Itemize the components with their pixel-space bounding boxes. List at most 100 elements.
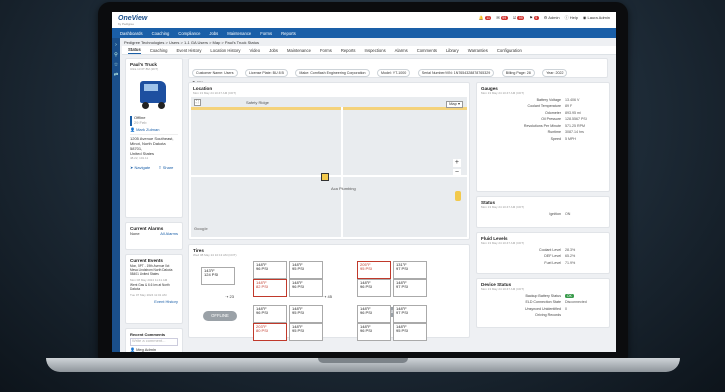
tasks-icon[interactable]: ☑ 99 bbox=[513, 15, 525, 21]
notifications-icon[interactable]: ⚑ 9 bbox=[529, 15, 539, 21]
event-history-link[interactable]: Event History bbox=[154, 299, 178, 305]
map[interactable]: Safety Ridge Aca Plumbing Google ⛶ Map ▾… bbox=[191, 97, 467, 237]
row-label: Oil Pressure bbox=[541, 117, 561, 121]
ok-badge: OK bbox=[565, 293, 574, 298]
row-label: Backup Battery Status bbox=[525, 293, 561, 298]
axle-count: ⇢ 23 bbox=[225, 294, 234, 299]
data-row: DEF Level 65.2% bbox=[483, 254, 603, 258]
row-label: Driving Records bbox=[535, 313, 561, 317]
row-value: 571.25 RPM bbox=[565, 123, 585, 128]
tire-front[interactable]: 143°F 124 PSI bbox=[201, 267, 235, 285]
tab-jobs[interactable]: Jobs bbox=[269, 48, 278, 53]
map-type-button[interactable]: Map ▾ bbox=[446, 101, 463, 108]
tab-comments[interactable]: Comments bbox=[417, 48, 437, 53]
expand-icon[interactable]: › bbox=[112, 42, 120, 48]
filter-icon[interactable]: ⚲ bbox=[112, 52, 120, 58]
row-value: 65.2% bbox=[565, 254, 576, 258]
row-value bbox=[565, 313, 603, 317]
driver-line: 👤 Mark Zulman bbox=[130, 126, 160, 132]
map-label: Aca Plumbing bbox=[331, 186, 356, 191]
street-view-icon[interactable] bbox=[455, 191, 461, 201]
tab-location-history[interactable]: Location History bbox=[210, 48, 240, 53]
vehicle-marker[interactable] bbox=[321, 173, 329, 181]
zoom-out-icon[interactable]: − bbox=[452, 169, 461, 178]
comments-title: Recent Comments bbox=[130, 332, 166, 337]
nav-maintenance[interactable]: Maintenance bbox=[227, 31, 251, 36]
data-row: Unsynced Unidentified 0 bbox=[483, 307, 603, 311]
nav-jobs[interactable]: Jobs bbox=[209, 31, 218, 36]
asset-card: Paul's Truck Ultra 13 0T 8M (2DT) Offlin… bbox=[125, 58, 183, 218]
zoom-in-icon[interactable]: + bbox=[452, 159, 461, 168]
tab-video[interactable]: Video bbox=[249, 48, 260, 53]
tire[interactable]: 148°F 96 PSI bbox=[253, 305, 287, 323]
comments-card: Recent Comments Write a comment... 👤 Meg… bbox=[125, 328, 183, 352]
location-card: Location Mon 13 May 24 10:47 AM (CDT) Sa… bbox=[188, 82, 470, 240]
tab-inspections[interactable]: Inspections bbox=[364, 48, 385, 53]
status-sub: Mon 13 May 24 10:47 AM (CDT) bbox=[481, 205, 525, 209]
tire[interactable]: 148°F 96 PSI bbox=[357, 305, 391, 323]
tab-coaching[interactable]: Coaching bbox=[150, 48, 168, 53]
events-card: Current Events Mon, 5PT - 19th Avenue 0c… bbox=[125, 254, 183, 324]
tab-reports[interactable]: Reports bbox=[341, 48, 356, 53]
tire[interactable]: 148°F 97 PSI bbox=[393, 305, 427, 323]
driver-link[interactable]: Mark Zulman bbox=[136, 127, 159, 132]
nav-forms[interactable]: Forms bbox=[260, 31, 272, 36]
tire[interactable]: 148°F 82 PSI bbox=[253, 279, 287, 297]
tire[interactable]: 203°F 80 PSI bbox=[253, 323, 287, 341]
coords: 48.22, 101.11 bbox=[130, 155, 149, 160]
tire[interactable]: 148°F 96 PSI bbox=[357, 279, 391, 297]
row-label: Unsynced Unidentified bbox=[525, 306, 561, 311]
data-row: Battery Voltage 13.406 V bbox=[483, 98, 603, 102]
nav-dashboards[interactable]: Dashboards bbox=[120, 31, 143, 36]
route-icon[interactable]: ⇄ bbox=[112, 72, 120, 78]
all-alarms-link[interactable]: All Alarms bbox=[160, 231, 178, 237]
navigate-link[interactable]: ➤ Navigate bbox=[130, 165, 150, 171]
messages-icon[interactable]: ✉ 99 bbox=[496, 15, 508, 21]
pill-customer[interactable]: Customer Name: Users bbox=[192, 69, 238, 77]
tab-alarms[interactable]: Alarms bbox=[395, 48, 408, 53]
fullscreen-icon[interactable]: ⛶ bbox=[194, 99, 201, 106]
app-logo[interactable]: OneView by Pedigree bbox=[118, 15, 147, 26]
help-link[interactable]: ⓘ Help bbox=[565, 15, 578, 21]
asset-sub: Ultra 13 0T 8M (2DT) bbox=[130, 67, 159, 71]
tire[interactable]: 148°F 96 PSI bbox=[289, 279, 323, 297]
address: 1205 Avenue Southeast, Minot, North Dako… bbox=[130, 137, 178, 160]
tire[interactable]: 148°F 95 PSI bbox=[289, 305, 323, 323]
share-link[interactable]: ⇪ Share bbox=[158, 165, 173, 171]
breadcrumb: Pedigree Technologies > Users > 1-1 GA U… bbox=[124, 40, 259, 45]
tab-maintenance[interactable]: Maintenance bbox=[287, 48, 311, 53]
tab-library[interactable]: Library bbox=[446, 48, 459, 53]
row-value: 3087.14 hrs bbox=[565, 130, 584, 134]
fluids-card: Fluid Levels Mon 13 May 24 10:47 AM (CDT… bbox=[476, 232, 610, 274]
tire[interactable]: 131°F 97 PSI bbox=[393, 261, 427, 279]
tab-status[interactable]: Status bbox=[128, 47, 141, 54]
nav-compliance[interactable]: Compliance bbox=[178, 31, 200, 36]
truck-image bbox=[134, 75, 174, 113]
tire[interactable]: 148°F 95 PSI bbox=[289, 261, 323, 279]
row-value: 71.9% bbox=[565, 260, 576, 265]
offline-badge: OFFLINE bbox=[203, 311, 237, 321]
data-row: Coolant Level 28.3% bbox=[483, 248, 603, 252]
pill-license: License Plate: BU 8 B bbox=[245, 69, 288, 77]
admin-link[interactable]: ⚙ Admin bbox=[544, 15, 560, 21]
alerts-icon[interactable]: 🔔 11 bbox=[479, 15, 492, 21]
comment-input[interactable]: Write a comment... bbox=[130, 338, 178, 346]
nav-coaching[interactable]: Coaching bbox=[152, 31, 170, 36]
tab-event-history[interactable]: Event History bbox=[177, 48, 202, 53]
tire[interactable]: 148°F 95 PSI bbox=[289, 323, 323, 341]
tire[interactable]: 205°F 95 PSI bbox=[357, 261, 391, 279]
device-sub: Mon 13 May 24 10:47 AM (CDT) bbox=[481, 287, 525, 291]
tab-configuration[interactable]: Configuration bbox=[497, 48, 522, 53]
star-icon[interactable]: ☆ bbox=[112, 62, 120, 68]
tire[interactable]: 148°F 95 PSI bbox=[393, 323, 427, 341]
tire[interactable]: 148°F 96 PSI bbox=[357, 323, 391, 341]
tab-warranties[interactable]: Warranties bbox=[468, 48, 488, 53]
tire[interactable]: 148°F 97 PSI bbox=[393, 279, 427, 297]
user-menu[interactable]: ◉ Laura Admin bbox=[583, 15, 610, 21]
nav-reports[interactable]: Reports bbox=[281, 31, 296, 36]
tire[interactable]: 148°F 96 PSI bbox=[253, 261, 287, 279]
events-title: Current Events bbox=[130, 258, 163, 263]
row-label: ELD Connection State bbox=[525, 300, 561, 304]
pill-billing: Billing Page: 28 bbox=[501, 69, 535, 77]
tab-forms[interactable]: Forms bbox=[320, 48, 332, 53]
